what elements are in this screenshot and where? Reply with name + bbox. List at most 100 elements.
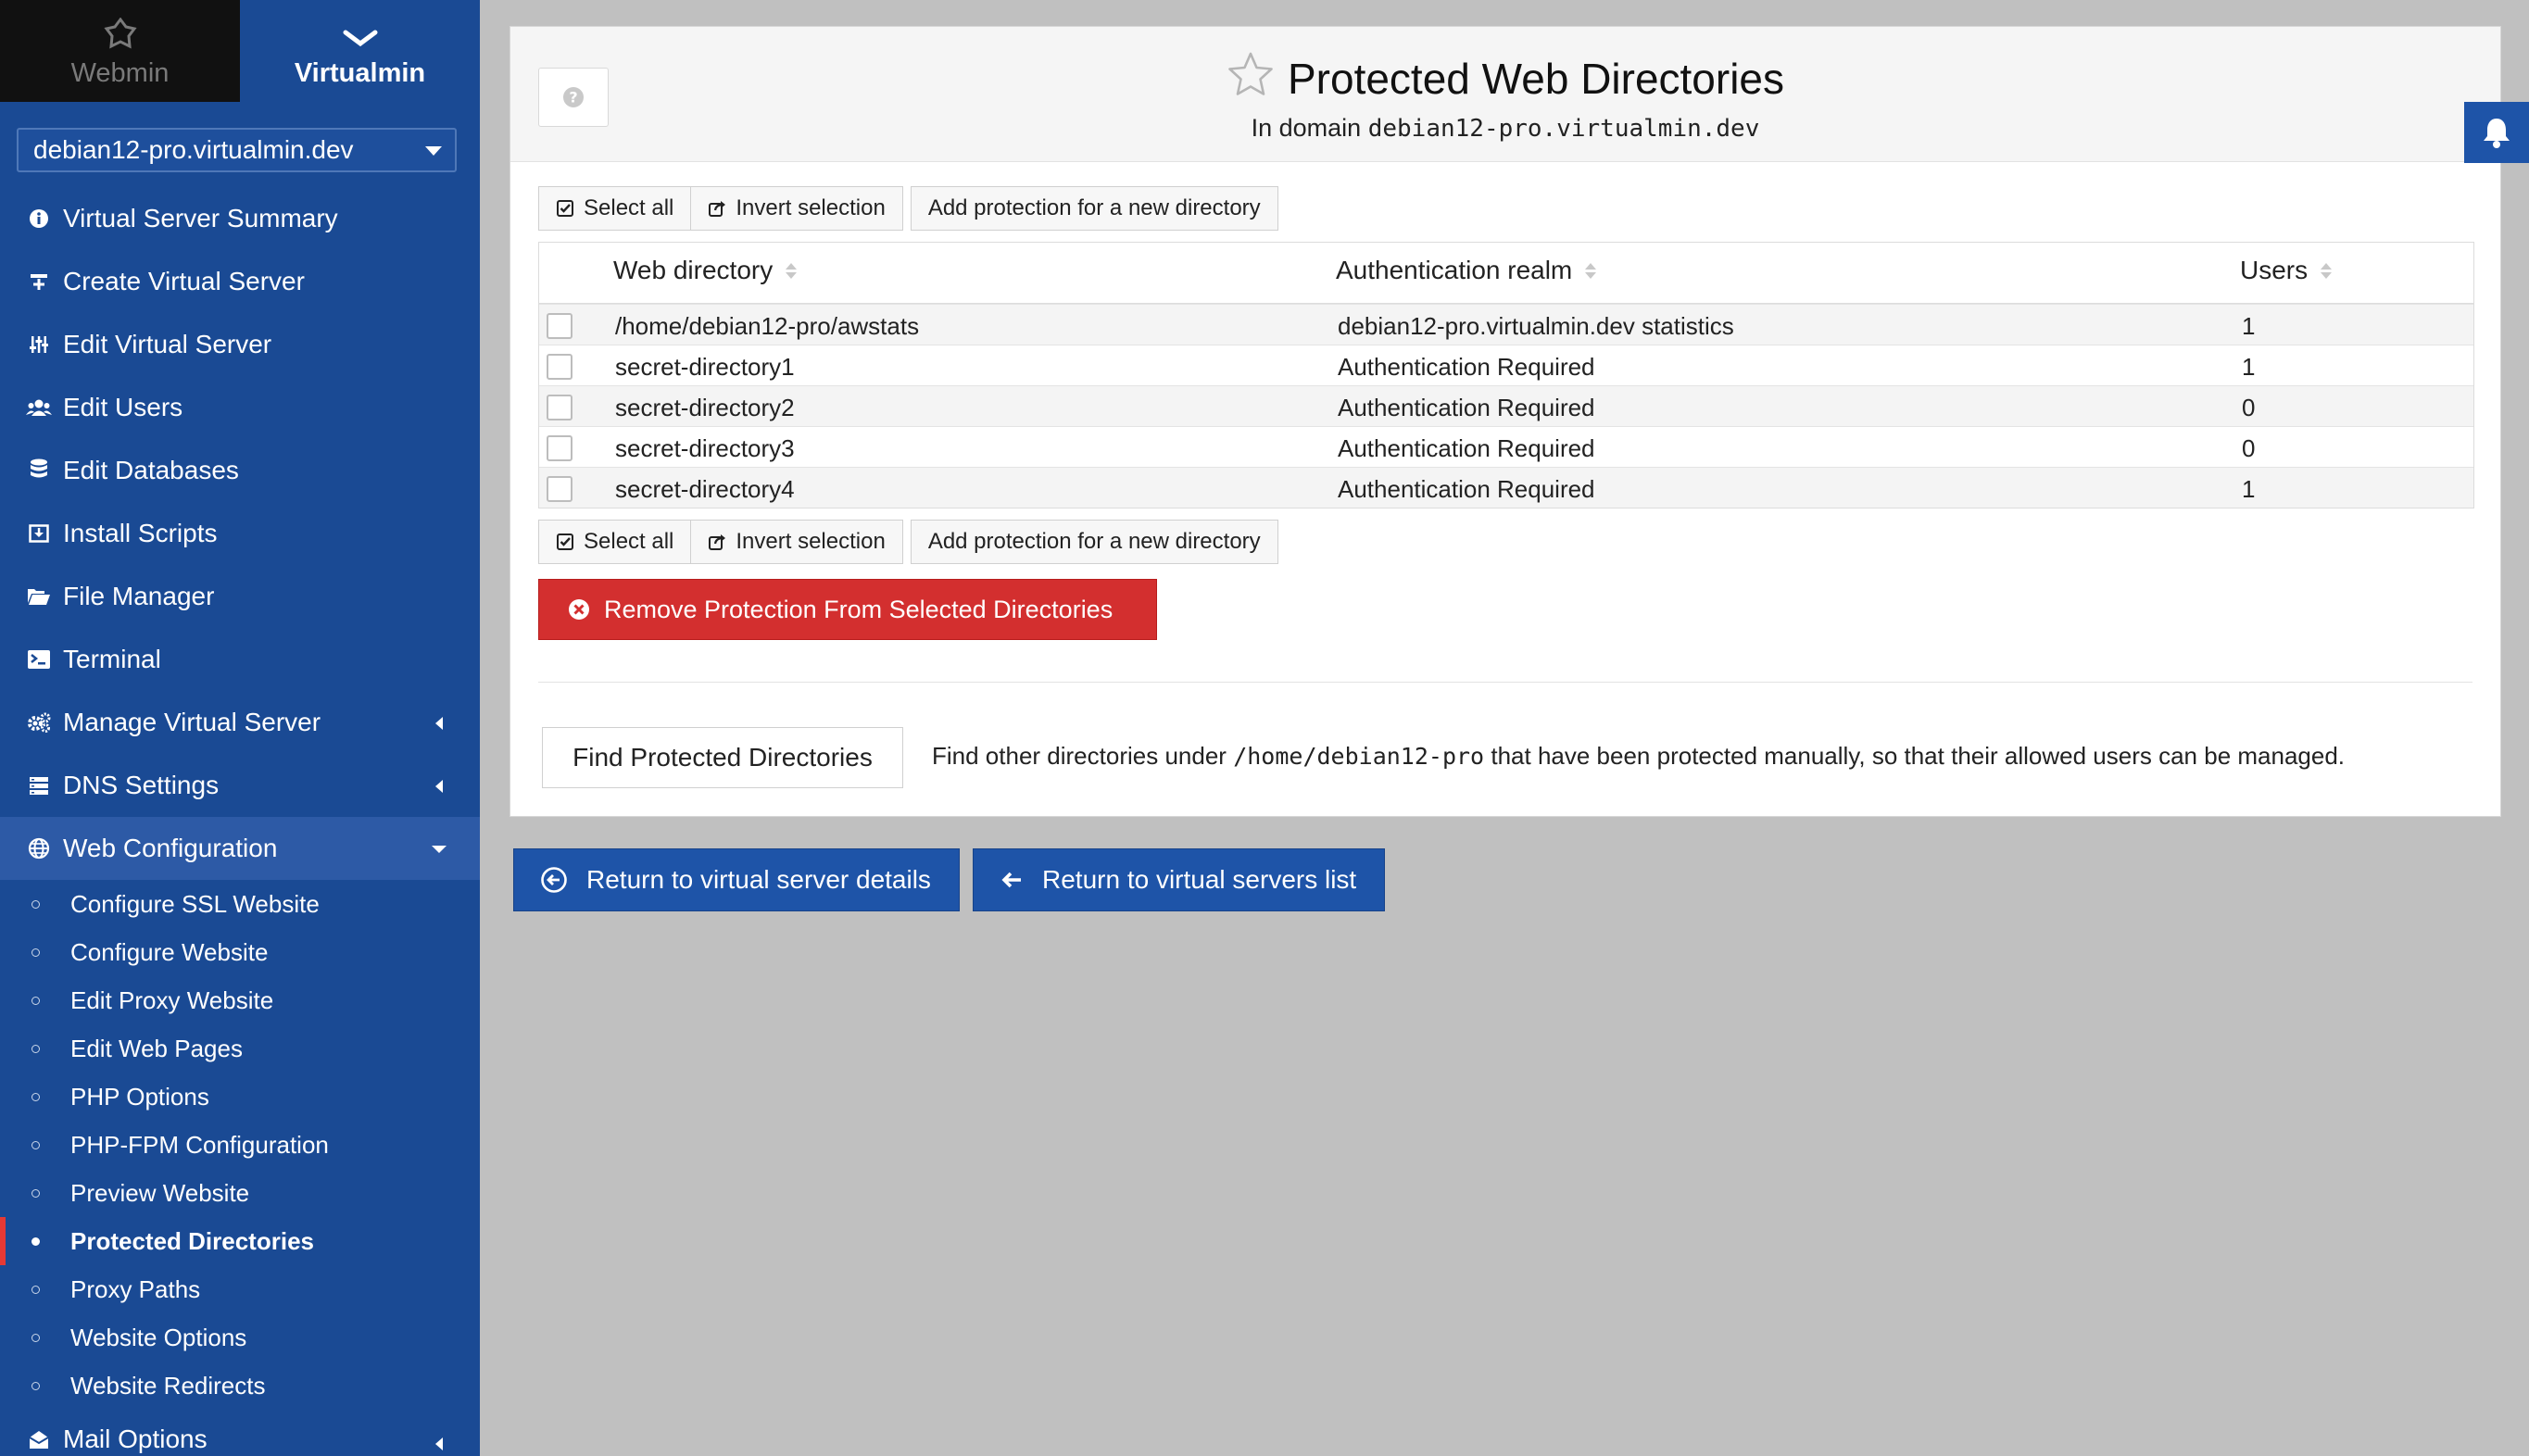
notifications-button[interactable] (2464, 102, 2529, 163)
bullet-icon (31, 1093, 40, 1101)
select-all-button[interactable]: Select all (538, 520, 692, 564)
check-square-icon (556, 533, 574, 551)
sidebar-item-edit-databases[interactable]: Edit Databases (0, 439, 480, 502)
invert-selection-button[interactable]: Invert selection (691, 186, 903, 231)
webmin-logo-icon (103, 18, 137, 49)
sidebar-subitem-label: Configure Website (70, 937, 269, 966)
cell-users: 1 (2242, 312, 2256, 340)
cell-web-directory[interactable]: secret-directory3 (615, 434, 795, 463)
domain-select[interactable]: debian12-pro.virtualmin.dev (17, 128, 457, 172)
add-protection-button[interactable]: Add protection for a new directory (910, 186, 1278, 231)
column-header-web-directory[interactable]: Web directory (613, 256, 798, 285)
column-header-label: Users (2240, 256, 2309, 284)
bullet-icon (31, 1141, 40, 1149)
sidebar-item-create-virtual-server[interactable]: Create Virtual Server (0, 250, 480, 313)
cell-users: 1 (2242, 353, 2256, 381)
column-header-label: Authentication realm (1336, 256, 1573, 284)
table-row: secret-directory4 Authentication Require… (539, 467, 2473, 508)
cell-web-directory[interactable]: secret-directory2 (615, 394, 795, 422)
return-details-label: Return to virtual server details (586, 865, 931, 894)
sidebar-item-edit-virtual-server[interactable]: Edit Virtual Server (0, 313, 480, 376)
sort-icon (2321, 262, 2333, 279)
invert-selection-button[interactable]: Invert selection (691, 520, 903, 564)
sidebar-subitem-proxy-paths[interactable]: Proxy Paths (0, 1265, 480, 1313)
column-header-users[interactable]: Users (2240, 256, 2333, 285)
sidebar-item-dns-settings[interactable]: DNS Settings (0, 754, 480, 817)
sidebar-item-web-configuration[interactable]: Web Configuration (0, 817, 480, 880)
row-checkbox[interactable] (547, 313, 572, 339)
star-icon[interactable] (1227, 51, 1275, 107)
add-protection-button[interactable]: Add protection for a new directory (910, 520, 1278, 564)
select-all-button[interactable]: Select all (538, 186, 692, 231)
product-switcher: Webmin Virtualmin (0, 0, 480, 102)
share-square-icon (708, 199, 726, 218)
cell-web-directory[interactable]: secret-directory1 (615, 353, 795, 382)
column-header-authentication-realm[interactable]: Authentication realm (1336, 256, 1597, 285)
sidebar-item-virtual-server-summary[interactable]: Virtual Server Summary (0, 187, 480, 250)
section-divider (538, 682, 2472, 683)
table-row: secret-directory2 Authentication Require… (539, 385, 2473, 426)
add-protection-label: Add protection for a new directory (927, 529, 1261, 554)
info-circle-icon (26, 206, 52, 232)
return-to-servers-list-button[interactable]: Return to virtual servers list (973, 848, 1386, 911)
cell-users: 0 (2242, 394, 2256, 421)
sidebar-subitem-php-options[interactable]: PHP Options (0, 1073, 480, 1121)
sidebar-item-mail-options[interactable]: Mail Options (0, 1412, 480, 1456)
sidebar-subitem-website-options[interactable]: Website Options (0, 1313, 480, 1362)
sidebar-subitem-label: Proxy Paths (70, 1274, 201, 1303)
row-checkbox[interactable] (547, 395, 572, 420)
sidebar-item-terminal[interactable]: Terminal (0, 628, 480, 691)
bullet-icon (31, 1045, 40, 1053)
row-checkbox[interactable] (547, 435, 572, 461)
sidebar-menu: Virtual Server Summary Create Virtual Se… (0, 187, 480, 880)
sidebar-item-label: Edit Users (63, 393, 183, 421)
times-circle-icon (567, 597, 591, 621)
cell-authentication-realm: Authentication Required (1338, 353, 1595, 381)
cell-web-directory[interactable]: /home/debian12-pro/awstats (615, 312, 919, 341)
database-icon (26, 458, 52, 483)
sidebar-item-manage-virtual-server[interactable]: Manage Virtual Server (0, 691, 480, 754)
caret-down-icon (425, 146, 442, 156)
sidebar-item-label: File Manager (63, 582, 215, 610)
bullet-icon (31, 1286, 40, 1294)
sidebar-subitem-edit-proxy-website[interactable]: Edit Proxy Website (0, 976, 480, 1024)
table-row: /home/debian12-pro/awstats debian12-pro.… (539, 304, 2473, 345)
find-protected-directories-button[interactable]: Find Protected Directories (542, 727, 903, 788)
sidebar-item-label: Install Scripts (63, 519, 218, 547)
row-checkbox[interactable] (547, 476, 572, 502)
sidebar-item-label: Edit Virtual Server (63, 330, 272, 358)
virtualmin-tab[interactable]: Virtualmin (240, 0, 480, 102)
remove-protection-button[interactable]: Remove Protection From Selected Director… (538, 579, 1157, 640)
cogs-icon (26, 709, 52, 735)
sidebar-subitem-edit-web-pages[interactable]: Edit Web Pages (0, 1024, 480, 1073)
caret-left-icon (435, 1437, 443, 1450)
sidebar-subitem-label: Edit Web Pages (70, 1034, 243, 1062)
sidebar-item-file-manager[interactable]: File Manager (0, 565, 480, 628)
row-checkbox[interactable] (547, 354, 572, 380)
webmin-tab[interactable]: Webmin (0, 0, 240, 102)
sidebar-item-install-scripts[interactable]: Install Scripts (0, 502, 480, 565)
sidebar-item-edit-users[interactable]: Edit Users (0, 376, 480, 439)
find-desc-path: /home/debian12-pro (1233, 743, 1485, 770)
sidebar-subitem-configure-ssl-website[interactable]: Configure SSL Website (0, 880, 480, 928)
find-button-label: Find Protected Directories (572, 743, 873, 772)
cell-users: 0 (2242, 434, 2256, 462)
sidebar-subitem-website-redirects[interactable]: Website Redirects (0, 1362, 480, 1410)
sidebar-item-label: Create Virtual Server (63, 267, 305, 295)
sidebar-subitem-configure-website[interactable]: Configure Website (0, 928, 480, 976)
sort-icon (786, 262, 798, 279)
add-protection-label: Add protection for a new directory (927, 195, 1261, 220)
sidebar-subitem-label: Website Options (70, 1323, 247, 1351)
return-to-server-details-button[interactable]: Return to virtual server details (513, 848, 960, 911)
server-stack-icon (26, 772, 52, 798)
sidebar-subitem-php-fpm-configuration[interactable]: PHP-FPM Configuration (0, 1121, 480, 1169)
check-square-icon (556, 199, 574, 218)
sidebar-subitem-preview-website[interactable]: Preview Website (0, 1169, 480, 1217)
users-icon (26, 395, 52, 420)
sidebar-subitem-protected-directories[interactable]: Protected Directories (0, 1217, 480, 1265)
arrow-circle-left-icon (540, 866, 568, 894)
bullet-icon (31, 1189, 40, 1198)
main-panel: ? Protected Web Directories In domain de… (510, 26, 2501, 817)
cell-web-directory[interactable]: secret-directory4 (615, 475, 795, 504)
chevron-down-icon (343, 30, 377, 47)
